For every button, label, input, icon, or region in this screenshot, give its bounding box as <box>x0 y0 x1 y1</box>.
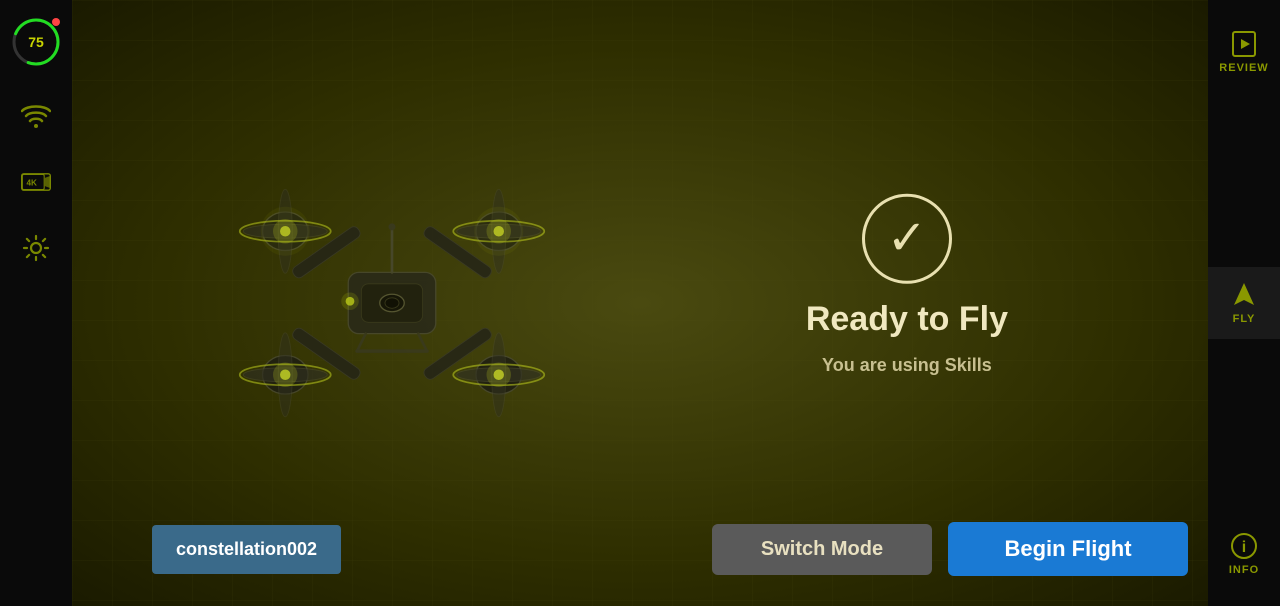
settings-icon[interactable] <box>18 230 54 266</box>
check-circle: ✓ <box>862 194 952 284</box>
battery-dot <box>52 18 60 26</box>
battery-value: 75 <box>28 34 44 50</box>
sidebar-item-review[interactable]: REVIEW <box>1208 16 1280 88</box>
svg-text:4K: 4K <box>26 178 37 187</box>
sidebar-item-info[interactable]: i INFO <box>1208 518 1280 590</box>
svg-text:i: i <box>1242 539 1246 556</box>
review-label: REVIEW <box>1219 62 1268 74</box>
left-sidebar: 75 4K <box>0 0 72 606</box>
main-content: ✓ Ready to Fly You are using Skills cons… <box>72 0 1208 606</box>
status-section: ✓ Ready to Fly You are using Skills <box>806 194 1008 376</box>
switch-mode-button[interactable]: Switch Mode <box>712 524 932 575</box>
drone-svg <box>182 143 602 463</box>
bottom-controls: constellation002 Switch Mode Begin Fligh… <box>152 522 1188 576</box>
ready-title: Ready to Fly <box>806 300 1008 339</box>
wifi-icon[interactable] <box>18 98 54 134</box>
check-mark: ✓ <box>887 215 927 263</box>
begin-flight-button[interactable]: Begin Flight <box>948 522 1188 576</box>
fly-icon <box>1230 281 1258 309</box>
info-label: INFO <box>1229 564 1259 576</box>
drone-name-badge: constellation002 <box>152 525 341 574</box>
sidebar-item-fly[interactable]: FLY <box>1208 267 1280 339</box>
review-icon <box>1230 30 1258 58</box>
info-icon: i <box>1230 532 1258 560</box>
drone-container <box>152 123 632 483</box>
fly-label: FLY <box>1233 313 1256 325</box>
ready-subtitle: You are using Skills <box>822 355 992 376</box>
4k-icon[interactable]: 4K <box>18 164 54 200</box>
battery-indicator: 75 <box>10 16 62 68</box>
right-sidebar: REVIEW FLY i INFO <box>1208 0 1280 606</box>
